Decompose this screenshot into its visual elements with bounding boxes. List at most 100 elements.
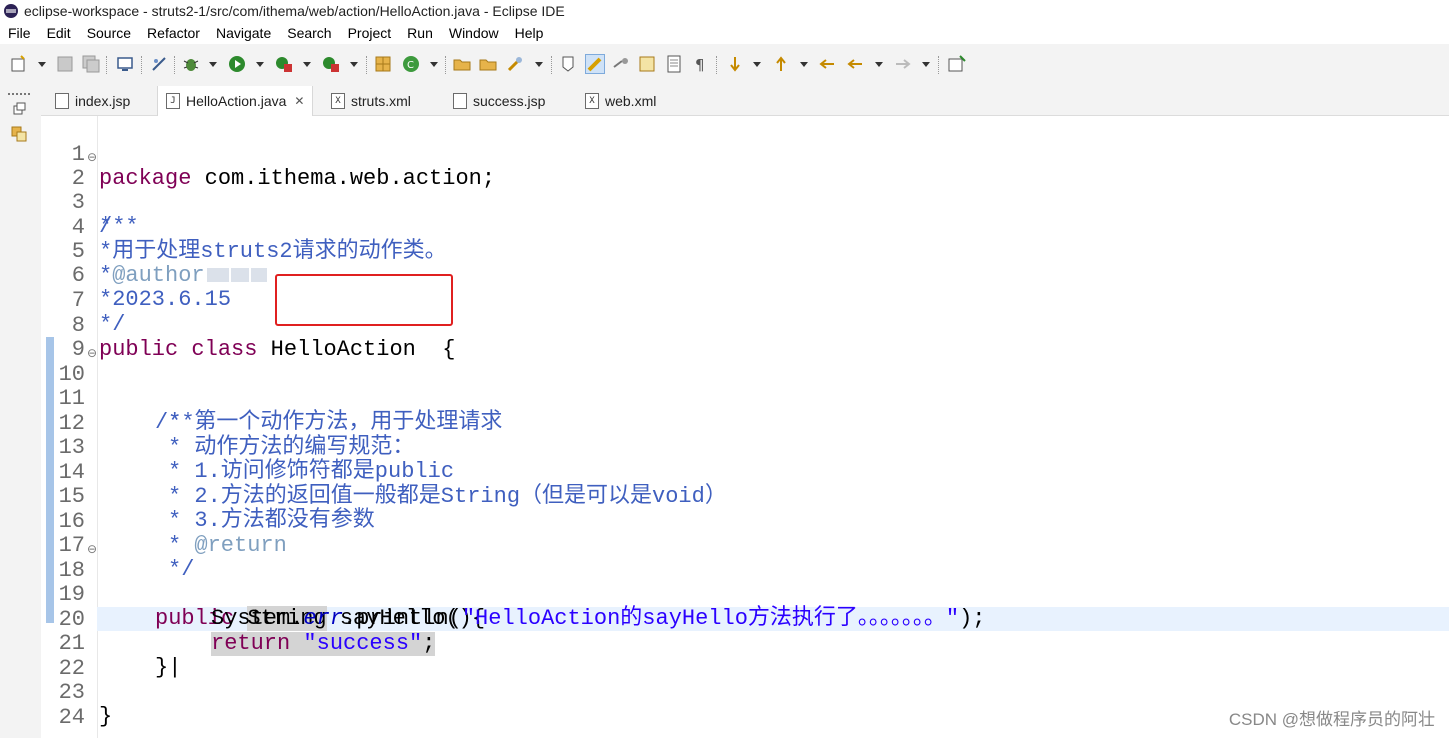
- toggle-annotation-icon[interactable]: [559, 55, 577, 73]
- code-line: 13 * 1.访问修饰符都是public: [41, 412, 1449, 484]
- svg-text:C: C: [407, 60, 414, 71]
- java-file-icon: J: [166, 93, 180, 109]
- close-tab-icon[interactable]: ✕: [294, 94, 304, 108]
- java-editor[interactable]: 1 package com.ithema.web.action; 2 ⊖ /**…: [41, 116, 1449, 738]
- xml-file-icon: X: [331, 92, 345, 109]
- code-line: 1 package com.ithema.web.action;: [41, 119, 1449, 191]
- code-line: 18 ⊖ public String sayHello(){: [41, 535, 1449, 631]
- code-line: 14 * 2.方法的返回值一般都是String（但是可以是void）: [41, 437, 1449, 509]
- coverage-dropdown-icon[interactable]: [303, 62, 311, 67]
- code-line: 23 }: [41, 657, 1449, 729]
- forward-dropdown-icon[interactable]: [922, 62, 930, 67]
- open-task-icon[interactable]: [479, 55, 497, 73]
- tab-label: HelloAction.java: [186, 93, 287, 109]
- fold-collapse-icon[interactable]: ⊖: [87, 537, 97, 561]
- console-icon[interactable]: [116, 55, 134, 73]
- debug-icon[interactable]: [182, 55, 200, 73]
- code-line: 17 */: [41, 510, 1449, 582]
- tab-label: index.jsp: [75, 92, 131, 109]
- new-class-dropdown-icon[interactable]: [430, 62, 438, 67]
- external-tools-dropdown-icon[interactable]: [350, 62, 358, 67]
- coverage-icon[interactable]: [275, 55, 293, 73]
- code-line: 16 * @return: [41, 486, 1449, 558]
- previous-edit-dropdown-icon[interactable]: [800, 62, 808, 67]
- run-dropdown-icon[interactable]: [256, 62, 264, 67]
- code-line: 20 return "success";: [41, 584, 1449, 656]
- new-icon[interactable]: [10, 55, 28, 73]
- tab-index-jsp[interactable]: index.jsp: [47, 86, 138, 115]
- watermark: CSDN @想做程序员的阿壮: [1228, 710, 1435, 729]
- code-line: 21 }|: [41, 608, 1449, 680]
- code-line: 9: [41, 314, 1449, 362]
- run-icon[interactable]: [228, 55, 246, 73]
- back-icon[interactable]: [846, 55, 864, 73]
- block-selection-icon[interactable]: [638, 55, 656, 73]
- code-line: 22: [41, 633, 1449, 681]
- skip-breakpoints-icon[interactable]: [150, 55, 168, 73]
- menu-help[interactable]: Help: [507, 25, 552, 41]
- save-icon[interactable]: [56, 55, 74, 73]
- main-toolbar: C ¶: [0, 44, 1449, 87]
- fold-collapse-icon[interactable]: ⊖: [87, 145, 97, 169]
- menu-window[interactable]: Window: [441, 25, 507, 41]
- code-line: 2 ⊖ /**: [41, 143, 1449, 239]
- new-java-class-icon[interactable]: C: [402, 55, 420, 73]
- next-edit-location-icon[interactable]: [726, 55, 744, 73]
- menu-source[interactable]: Source: [79, 25, 139, 41]
- package-explorer-icon[interactable]: [11, 126, 27, 142]
- svg-text:¶: ¶: [695, 56, 705, 73]
- code-line: 12 * 动作方法的编写规范：: [41, 388, 1449, 460]
- trim-grip[interactable]: [8, 93, 30, 97]
- new-java-package-icon[interactable]: [374, 55, 392, 73]
- tab-label: success.jsp: [473, 92, 546, 109]
- window-title: eclipse-workspace - struts2-1/src/com/it…: [24, 3, 565, 19]
- code-line: 4 *用于处理struts2请求的动作类。: [41, 192, 1449, 264]
- tab-web-xml[interactable]: X web.xml: [577, 86, 664, 115]
- line-number: 24: [58, 705, 85, 730]
- code-line: 10 ⊖ /**: [41, 339, 1449, 435]
- menu-file[interactable]: File: [0, 25, 39, 41]
- eclipse-logo-icon: [4, 4, 18, 18]
- restore-icon[interactable]: [12, 102, 26, 116]
- code-line: 6 *2023.6.15: [41, 240, 1449, 312]
- external-tools-icon[interactable]: [322, 55, 340, 73]
- tab-hello-action-java[interactable]: J HelloAction.java ✕: [157, 86, 314, 116]
- tab-struts-xml[interactable]: X struts.xml: [323, 86, 419, 115]
- mark-occurrences-icon[interactable]: [585, 54, 605, 74]
- next-edit-dropdown-icon[interactable]: [753, 62, 761, 67]
- forward-icon[interactable]: [894, 55, 912, 73]
- code-line: 5 *@author: [41, 216, 1449, 288]
- tab-label: struts.xml: [351, 92, 411, 109]
- tab-label: web.xml: [605, 92, 657, 109]
- annotation-highlight-box: [275, 274, 453, 326]
- closing-brace: }: [99, 704, 113, 729]
- search-dropdown-icon[interactable]: [535, 62, 543, 67]
- menu-edit[interactable]: Edit: [39, 25, 79, 41]
- menu-search[interactable]: Search: [279, 25, 339, 41]
- menu-project[interactable]: Project: [340, 25, 400, 41]
- menu-run[interactable]: Run: [399, 25, 441, 41]
- show-source-icon[interactable]: [665, 55, 683, 73]
- open-type-icon[interactable]: [453, 55, 471, 73]
- search-tool-icon[interactable]: [506, 55, 524, 73]
- new-dropdown-icon[interactable]: [38, 62, 46, 67]
- back-dropdown-icon[interactable]: [875, 62, 883, 67]
- xml-file-icon: X: [585, 92, 599, 109]
- code-line: 11 * 第一个动作方法，用于处理请求: [41, 363, 1449, 435]
- show-whitespace-icon[interactable]: ¶: [692, 55, 710, 73]
- debug-dropdown-icon[interactable]: [209, 62, 217, 67]
- previous-edit-location-icon[interactable]: [772, 55, 790, 73]
- jsp-file-icon: [55, 92, 69, 109]
- code-line: 15 * 3.方法都没有参数: [41, 461, 1449, 533]
- next-annotation-icon[interactable]: [612, 55, 630, 73]
- code-line: 8 public class HelloAction {: [41, 290, 1449, 362]
- tab-success-jsp[interactable]: success.jsp: [445, 86, 553, 115]
- menu-refactor[interactable]: Refactor: [139, 25, 208, 41]
- open-perspective-icon[interactable]: [948, 55, 966, 73]
- save-all-icon[interactable]: [82, 55, 100, 73]
- last-edit-location-icon[interactable]: [818, 55, 836, 73]
- code-line: 19 System.err.println("HelloAction的sayHe…: [41, 559, 1449, 631]
- fold-collapse-icon[interactable]: ⊖: [87, 341, 97, 365]
- menu-navigate[interactable]: Navigate: [208, 25, 279, 41]
- window-titlebar: eclipse-workspace - struts2-1/src/com/it…: [0, 0, 1449, 22]
